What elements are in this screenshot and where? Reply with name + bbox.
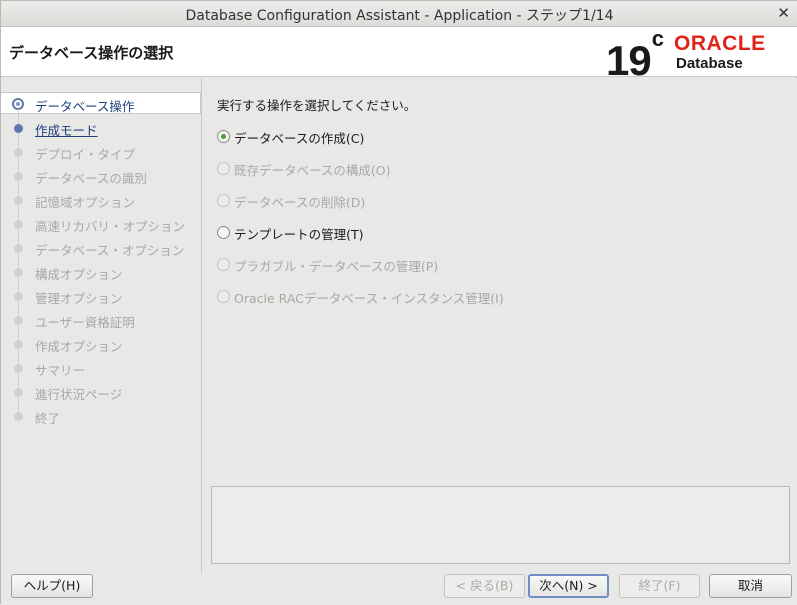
window-title: Database Configuration Assistant - Appli… [185,8,614,24]
step-connector [18,205,19,220]
content-panel: 実行する操作を選択してください。 データベースの作成(C) 既存データベースの構… [203,78,797,573]
product-name: Database [676,55,743,72]
version-number: 19 [606,37,652,84]
step-database-identification: データベースの識別 [1,157,201,187]
page-header: データベース操作の選択 19c ORACLE Database [1,26,797,83]
close-icon[interactable]: ✕ [777,4,790,22]
cancel-button[interactable]: 取消 [709,574,792,598]
radio-selected-icon[interactable] [217,130,230,143]
step-connector [18,397,19,412]
step-label: データベース・オプション [35,243,185,258]
help-button[interactable]: ヘルプ(H) [11,574,93,598]
step-label: 進行状況ページ [35,387,123,402]
step-database-options: データベース・オプション [1,229,201,259]
step-creation-options: 作成オプション [1,325,201,355]
title-bar[interactable]: Database Configuration Assistant - Appli… [1,1,797,27]
step-label: データベース操作 [35,99,135,114]
button-bar: ヘルプ(H) < 戻る(B) 次へ(N) > 終了(F) 取消 [1,573,797,605]
step-connector [18,253,19,268]
step-connector [18,109,19,124]
radio-icon [217,290,230,303]
page-title: データベース操作の選択 [9,44,174,62]
step-database-operation[interactable]: データベース操作 [1,92,201,114]
step-label: ユーザー資格証明 [35,315,135,330]
step-dot-icon [14,244,23,253]
step-dot-icon [14,172,23,181]
radio-icon[interactable] [217,226,230,239]
version-suffix: c [651,26,664,51]
step-label: 記憶域オプション [35,195,136,210]
step-connector [18,277,19,292]
step-fast-recovery-options: 高速リカバリ・オプション [1,205,201,235]
message-area [211,486,790,564]
step-user-credentials: ユーザー資格証明 [1,301,201,331]
step-configuration-options: 構成オプション [1,253,201,283]
radio-icon [217,194,230,207]
option-label: データベースの作成(C) [234,131,365,146]
step-label: 管理オプション [35,291,123,306]
step-storage-options: 記憶域オプション [1,181,201,211]
step-connector [18,157,19,172]
step-connector [18,301,19,316]
step-label: 構成オプション [35,267,123,282]
back-button: < 戻る(B) [444,574,525,598]
next-button[interactable]: 次へ(N) > [528,574,609,598]
option-label: Oracle RACデータベース・インスタンス管理(I) [234,291,504,306]
step-deploy-type: デプロイ・タイプ [1,133,201,163]
step-dot-icon [14,220,23,229]
step-connector [18,181,19,196]
step-creation-mode[interactable]: 作成モード [1,109,201,139]
step-finish: 終了 [1,397,201,427]
step-connector [18,349,19,364]
step-connector [18,229,19,244]
step-label: デプロイ・タイプ [35,147,136,162]
option-label: テンプレートの管理(T) [234,227,364,242]
step-dot-icon [14,412,23,421]
radio-icon [217,258,230,271]
step-dot-icon [14,388,23,397]
step-summary: サマリー [1,349,201,379]
option-label: データベースの削除(D) [234,195,366,210]
dbca-window: Database Configuration Assistant - Appli… [0,0,797,605]
step-dot-icon [14,196,23,205]
step-dot-icon [14,364,23,373]
step-label: 高速リカバリ・オプション [35,219,186,234]
operation-prompt: 実行する操作を選択してください。 [217,98,417,113]
step-dot-icon [14,292,23,301]
step-management-options: 管理オプション [1,277,201,307]
step-label: 作成モード [35,123,98,138]
step-dot-icon [14,268,23,277]
step-progress-page: 進行状況ページ [1,373,201,403]
step-connector [18,133,19,148]
radio-icon [217,162,230,175]
step-label: 終了 [35,411,61,426]
step-label: サマリー [35,363,86,378]
step-label: 作成オプション [35,339,123,354]
step-dot-icon [14,148,23,157]
oracle-wordmark: ORACLE [674,32,766,55]
step-connector [18,325,19,340]
step-dot-icon [14,340,23,349]
step-dot-icon [14,124,23,133]
step-connector [18,373,19,388]
step-navigation: データベース操作 作成モード デプロイ・タイプ データベースの識別 記憶域オプシ… [1,78,202,573]
finish-button: 終了(F) [619,574,700,598]
oracle-database-logo: 19c ORACLE Database [606,26,788,83]
step-dot-icon [14,316,23,325]
version-logo: 19c [606,26,664,84]
option-label: 既存データベースの構成(O) [234,163,391,178]
step-label: データベースの識別 [35,171,147,186]
option-label: プラガブル・データベースの管理(P) [234,259,439,274]
